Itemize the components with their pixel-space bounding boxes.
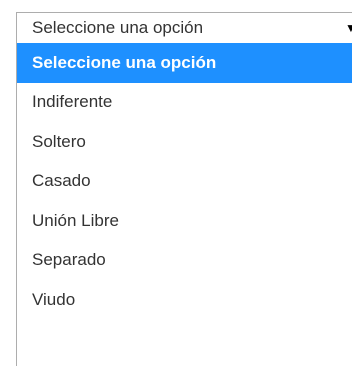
option-union-libre[interactable]: Unión Libre [17,201,352,241]
select-value: Seleccione una opción [32,18,204,37]
option-indiferente[interactable]: Indiferente [17,83,352,123]
dropdown-container: Seleccione una opción ▼ Seleccione una o… [0,0,352,366]
marital-status-select[interactable]: Seleccione una opción ▼ [16,12,352,44]
option-separado[interactable]: Separado [17,241,352,281]
dropdown-options-list: Seleccione una opción Indiferente Solter… [16,43,352,366]
option-soltero[interactable]: Soltero [17,122,352,162]
option-viudo[interactable]: Viudo [17,280,352,320]
option-casado[interactable]: Casado [17,162,352,202]
caret-down-icon[interactable]: ▼ [345,22,352,34]
option-seleccione[interactable]: Seleccione una opción [17,43,352,83]
